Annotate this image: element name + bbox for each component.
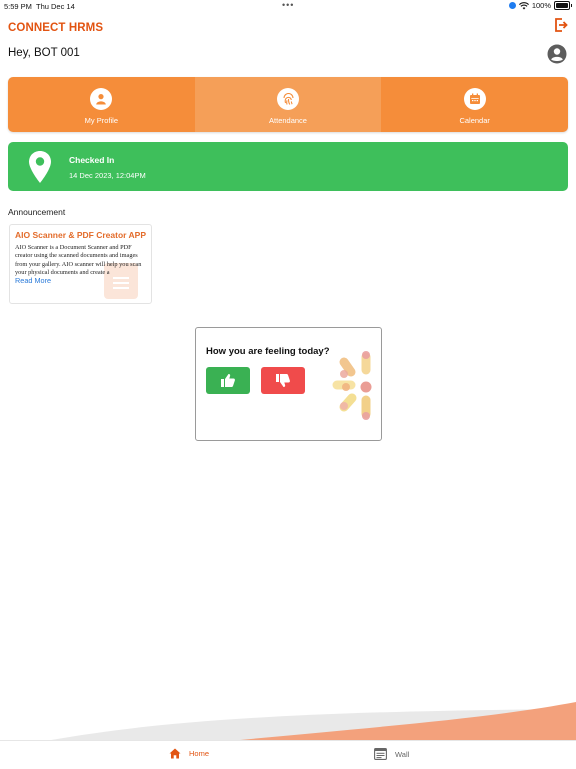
logout-icon[interactable] bbox=[554, 18, 568, 32]
nav-my-profile[interactable]: My Profile bbox=[8, 77, 195, 132]
read-more-link[interactable]: Read More bbox=[15, 276, 51, 285]
check-in-timestamp: 14 Dec 2023, 12:04PM bbox=[69, 171, 146, 180]
announcement-heading: Announcement bbox=[8, 207, 66, 217]
battery-icon bbox=[554, 1, 572, 10]
mood-question: How you are feeling today? bbox=[206, 346, 330, 357]
calendar-icon bbox=[463, 88, 486, 110]
status-indicators: 100% bbox=[508, 1, 572, 10]
user-icon bbox=[90, 88, 113, 110]
announcement-title: AIO Scanner & PDF Creator APP bbox=[15, 230, 146, 240]
nav-attendance[interactable]: Attendance bbox=[194, 77, 382, 132]
greeting-text: Hey, BOT 001 bbox=[8, 47, 80, 59]
status-time: 5:59 PM bbox=[4, 2, 32, 11]
check-in-status: Checked In bbox=[69, 155, 115, 165]
announcement-card[interactable]: AIO Scanner & PDF Creator APP AIO Scanne… bbox=[9, 224, 152, 304]
tab-wall[interactable]: Wall bbox=[374, 748, 409, 760]
announcement-body: AIO Scanner is a Document Scanner and PD… bbox=[15, 244, 142, 276]
thumbs-down-button[interactable] bbox=[261, 367, 305, 394]
thumbs-up-icon bbox=[221, 373, 235, 387]
mood-survey-card: How you are feeling today? bbox=[195, 327, 382, 441]
nav-label: Attendance bbox=[269, 116, 307, 125]
nav-label: Calendar bbox=[459, 116, 490, 125]
multitasking-dots-icon[interactable]: ••• bbox=[282, 0, 294, 10]
thumbs-up-button[interactable] bbox=[206, 367, 250, 394]
thumbs-down-icon bbox=[276, 374, 290, 388]
decorative-wave bbox=[40, 702, 576, 742]
home-icon bbox=[169, 748, 181, 759]
battery-percent: 100% bbox=[531, 1, 551, 10]
tab-label: Wall bbox=[395, 749, 410, 759]
fingerprint-icon bbox=[277, 88, 299, 110]
location-icon bbox=[508, 2, 516, 9]
check-in-status-card[interactable]: Checked In 14 Dec 2023, 12:04PM bbox=[8, 142, 568, 191]
tab-home[interactable]: Home bbox=[169, 748, 209, 759]
location-pin-icon bbox=[29, 151, 51, 183]
nav-label: My Profile bbox=[84, 116, 118, 125]
quick-nav-bar: My Profile Attendance Calendar bbox=[8, 77, 568, 132]
status-date: Thu Dec 14 bbox=[36, 2, 75, 11]
sun-decoration-icon bbox=[332, 351, 372, 420]
account-avatar-icon[interactable] bbox=[547, 44, 567, 64]
nav-calendar[interactable]: Calendar bbox=[381, 77, 568, 132]
status-bar: 5:59 PM Thu Dec 14 ••• 100% bbox=[0, 0, 576, 12]
wifi-icon bbox=[518, 1, 529, 9]
tab-label: Home bbox=[189, 749, 210, 758]
app-header: CONNECT HRMS bbox=[8, 18, 568, 36]
wall-icon bbox=[374, 748, 387, 760]
bottom-tab-bar: Home Wall bbox=[0, 740, 576, 769]
app-title: CONNECT HRMS bbox=[8, 22, 104, 34]
